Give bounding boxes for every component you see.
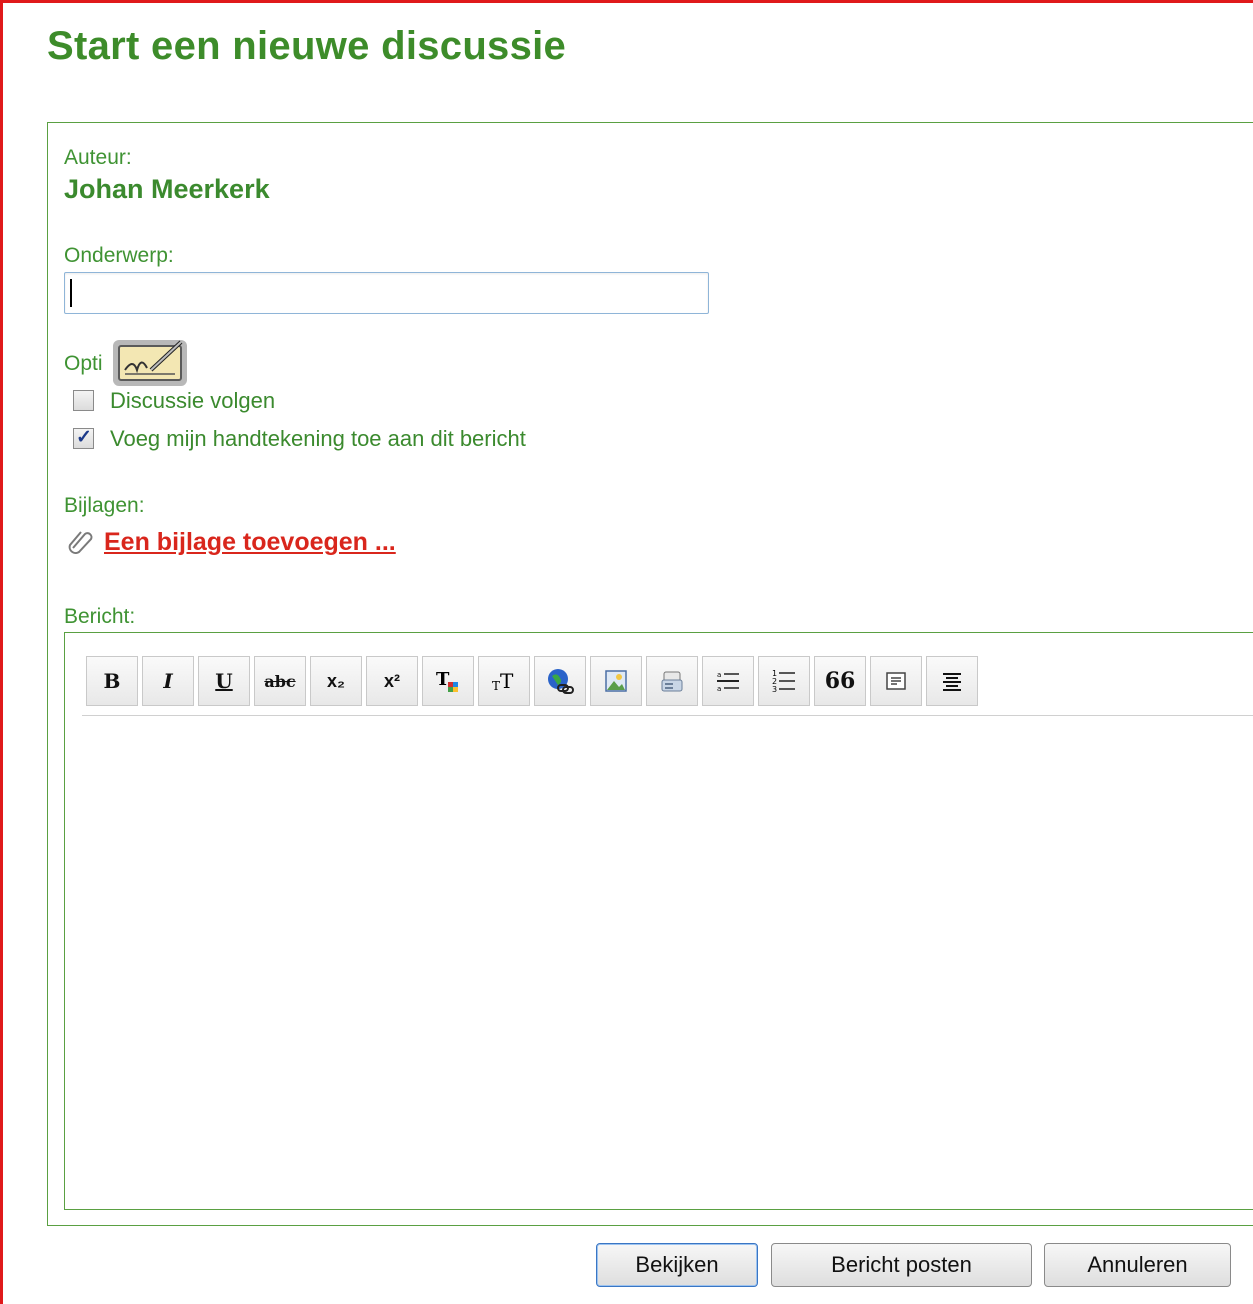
add-signature-label: Voeg mijn handtekening toe aan dit beric… — [110, 426, 526, 451]
media-icon — [661, 671, 683, 692]
quote-icon: 66 — [824, 668, 856, 694]
subscript-icon: x₂ — [326, 670, 345, 691]
italic-icon: I — [163, 669, 173, 693]
bold-icon: B — [103, 669, 121, 693]
follow-discussion-checkbox[interactable] — [73, 390, 94, 411]
strikethrough-icon: abc — [264, 671, 296, 691]
insert-image-button[interactable] — [590, 656, 642, 706]
subject-label: Onderwerp: — [64, 244, 174, 267]
underline-button[interactable]: U — [198, 656, 250, 706]
superscript-icon: x² — [383, 670, 400, 691]
svg-text:T: T — [500, 669, 514, 693]
code-block-icon — [886, 672, 906, 690]
paperclip-icon — [68, 531, 93, 554]
message-label: Bericht: — [64, 605, 136, 628]
svg-text:a: a — [717, 685, 721, 693]
image-icon — [605, 670, 627, 692]
insert-link-button[interactable] — [534, 656, 586, 706]
svg-text:T: T — [436, 669, 450, 690]
font-size-button[interactable]: T T — [478, 656, 530, 706]
numbered-list-icon: 1 2 3 — [772, 669, 795, 694]
text-color-icon: T — [436, 669, 458, 692]
follow-discussion-label: Discussie volgen — [110, 388, 276, 413]
post-message-button[interactable]: Bericht posten — [771, 1243, 1032, 1287]
align-center-icon — [943, 673, 961, 691]
signature-icon — [113, 340, 187, 386]
subscript-button[interactable]: x₂ — [310, 656, 362, 706]
page-title: Start een nieuwe discussie — [47, 24, 567, 68]
message-editor[interactable] — [64, 632, 1253, 1210]
svg-text:3: 3 — [772, 685, 777, 694]
checkmark-icon: ✓ — [76, 427, 92, 448]
cancel-button[interactable]: Annuleren — [1044, 1243, 1231, 1287]
text-color-button[interactable]: T — [422, 656, 474, 706]
add-signature-checkbox[interactable]: ✓ — [73, 427, 94, 449]
editor-toolbar: B I U abc x₂ x² T T T a a 1 2 3 66 — [86, 656, 982, 706]
underline-icon: U — [215, 669, 233, 693]
superscript-button[interactable]: x² — [366, 656, 418, 706]
font-size-icon: T T — [492, 669, 514, 693]
author-label: Auteur: — [64, 146, 132, 169]
text-cursor — [70, 279, 72, 307]
numbered-list-button[interactable]: 1 2 3 — [758, 656, 810, 706]
svg-text:T: T — [492, 679, 500, 693]
attachments-label: Bijlagen: — [64, 494, 145, 517]
bulleted-list-button[interactable]: a a — [702, 656, 754, 706]
align-button[interactable] — [926, 656, 978, 706]
code-button[interactable] — [870, 656, 922, 706]
toolbar-divider — [82, 715, 1253, 716]
globe-link-icon — [548, 669, 574, 694]
quote-button[interactable]: 66 — [814, 656, 866, 706]
add-attachment-link[interactable]: Een bijlage toevoegen ... — [104, 528, 396, 557]
subject-input[interactable] — [64, 272, 709, 314]
author-name: Johan Meerkerk — [64, 174, 270, 204]
strikethrough-button[interactable]: abc — [254, 656, 306, 706]
bulleted-list-icon: a a — [717, 671, 739, 693]
insert-media-button[interactable] — [646, 656, 698, 706]
options-label: Opti — [64, 352, 103, 375]
italic-button[interactable]: I — [142, 656, 194, 706]
svg-text:a: a — [717, 671, 721, 679]
preview-button[interactable]: Bekijken — [596, 1243, 758, 1287]
bold-button[interactable]: B — [86, 656, 138, 706]
